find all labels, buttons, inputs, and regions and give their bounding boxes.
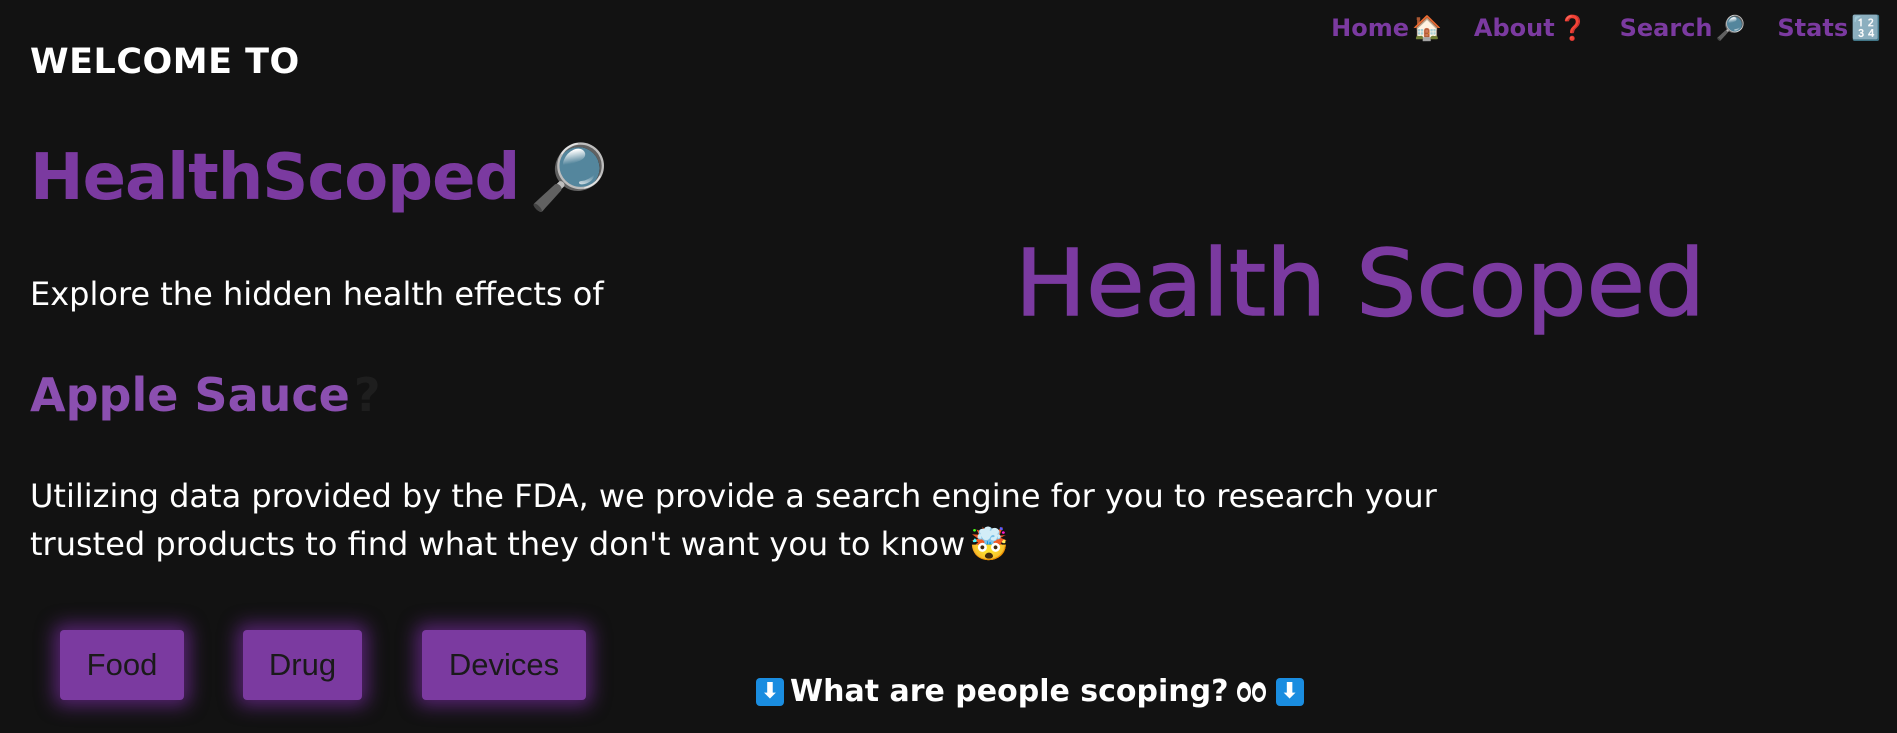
nav-stats-label: Stats <box>1777 14 1849 42</box>
description-text: Utilizing data provided by the FDA, we p… <box>30 477 1437 563</box>
site-description: Utilizing data provided by the FDA, we p… <box>30 472 1470 568</box>
house-icon: 🏠 <box>1412 14 1442 42</box>
nav-home-label: Home <box>1331 14 1409 42</box>
trending-heading: ⬇ What are people scoping? ⬇ <box>756 674 1304 709</box>
nav-search-link[interactable]: Search 🔎 <box>1620 14 1746 42</box>
explore-text: Explore the hidden health effects of <box>30 275 604 313</box>
nav-stats-link[interactable]: Stats 🔢 <box>1777 14 1881 42</box>
eyes-icon <box>1236 681 1266 702</box>
magnifier-icon: 🔎 <box>1715 14 1746 42</box>
logo-text: Health Scoped <box>1015 230 1705 337</box>
product-question-mark: ? <box>353 368 381 422</box>
trending-heading-text: What are people scoping? <box>790 674 1229 709</box>
rotating-product-name: Apple Sauce? <box>30 368 381 422</box>
drug-button[interactable]: Drug <box>243 630 362 700</box>
nav-about-label: About <box>1473 14 1555 42</box>
product-name: Apple Sauce <box>30 368 350 422</box>
down-arrow-icon: ⬇ <box>756 677 784 706</box>
food-button[interactable]: Food <box>60 630 184 700</box>
mind-blown-icon: 🤯 <box>969 525 1010 563</box>
main-nav: Home 🏠 About ❓ Search 🔎 Stats 🔢 <box>1331 14 1881 42</box>
brand-title: HealthScoped 🔎 <box>30 140 609 216</box>
numbers-icon: 🔢 <box>1851 14 1881 42</box>
health-scoped-logo: Health Scoped <box>1015 229 1706 338</box>
welcome-heading: WELCOME TO <box>30 42 300 82</box>
devices-button[interactable]: Devices <box>422 630 586 700</box>
down-arrow-icon: ⬇ <box>1275 677 1304 706</box>
question-mark-icon: ❓ <box>1557 14 1588 42</box>
magnifier-icon: 🔎 <box>529 141 609 215</box>
brand-name: HealthScoped <box>30 140 520 215</box>
nav-about-link[interactable]: About ❓ <box>1474 14 1588 42</box>
nav-search-label: Search <box>1619 14 1713 42</box>
nav-home-link[interactable]: Home 🏠 <box>1331 14 1442 42</box>
